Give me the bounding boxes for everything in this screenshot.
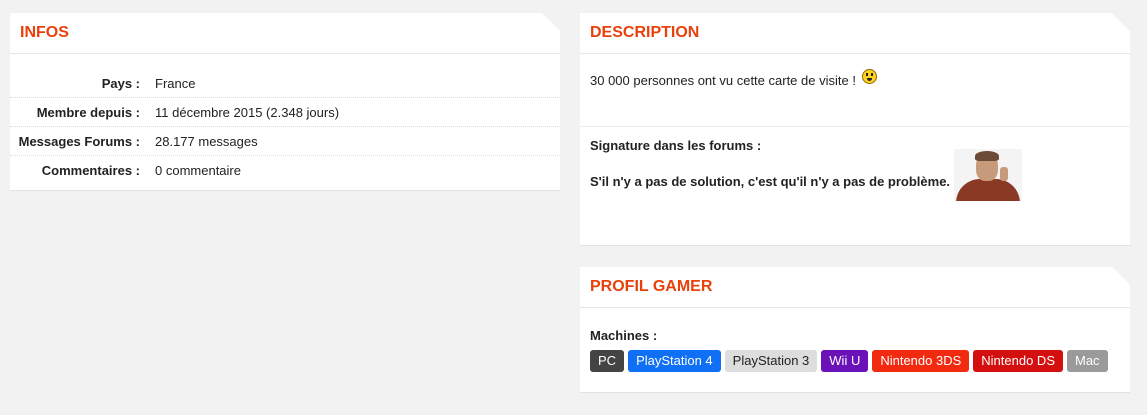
smiley-icon [861, 69, 877, 85]
info-value: France [155, 75, 196, 91]
description-text-block: 30 000 personnes ont vu cette carte de v… [580, 54, 1130, 126]
gamer-profile-title: PROFIL GAMER [580, 267, 1130, 308]
signature-image [954, 149, 1022, 201]
infos-panel: INFOS Pays : France Membre depuis : 11 d… [10, 13, 560, 191]
infos-title: INFOS [10, 13, 560, 54]
description-title: DESCRIPTION [580, 13, 1130, 54]
info-label: Pays : [101, 75, 140, 91]
signature-text: S'il n'y a pas de solution, c'est qu'il … [590, 174, 951, 189]
panel-corner [1112, 13, 1130, 31]
info-row-comments: Commentaires : 0 commentaire [10, 156, 560, 184]
machine-badge-ds[interactable]: Nintendo DS [973, 350, 1063, 372]
gamer-profile-panel: PROFIL GAMER Machines : PC PlayStation 4… [580, 267, 1130, 393]
info-label: Membre depuis : [36, 104, 140, 120]
machine-badge-ps3[interactable]: PlayStation 3 [724, 350, 818, 372]
info-label: Messages Forums : [18, 133, 140, 149]
description-panel: DESCRIPTION 30 000 personnes ont vu cett… [580, 13, 1130, 246]
machine-badge-mac[interactable]: Mac [1067, 350, 1108, 372]
signature: S'il n'y a pas de solution, c'est qu'il … [580, 149, 1130, 234]
machines-label: Machines : [590, 328, 658, 343]
info-row-member-since: Membre depuis : 11 décembre 2015 (2.348 … [10, 98, 560, 127]
machine-badge-wiiu[interactable]: Wii U [821, 350, 869, 372]
machine-badge-3ds[interactable]: Nintendo 3DS [872, 350, 970, 372]
panel-corner [1112, 267, 1130, 285]
info-label: Commentaires : [41, 162, 140, 178]
info-value: 0 commentaire [155, 162, 241, 178]
info-row-country: Pays : France [10, 69, 560, 98]
info-value: 28.177 messages [155, 133, 258, 149]
info-row-forum-messages: Messages Forums : 28.177 messages [10, 127, 560, 156]
description-text: 30 000 personnes ont vu cette carte de v… [590, 73, 856, 88]
signature-title: Signature dans les forums : [590, 138, 762, 153]
panel-corner [542, 13, 560, 31]
machine-badge-ps4[interactable]: PlayStation 4 [628, 350, 721, 372]
machine-badge-pc[interactable]: PC [590, 350, 625, 372]
machines-list: PC PlayStation 4 PlayStation 3 Wii U Nin… [580, 343, 1130, 372]
infos-table: Pays : France Membre depuis : 11 décembr… [10, 69, 560, 184]
info-value: 11 décembre 2015 (2.348 jours) [155, 104, 340, 120]
